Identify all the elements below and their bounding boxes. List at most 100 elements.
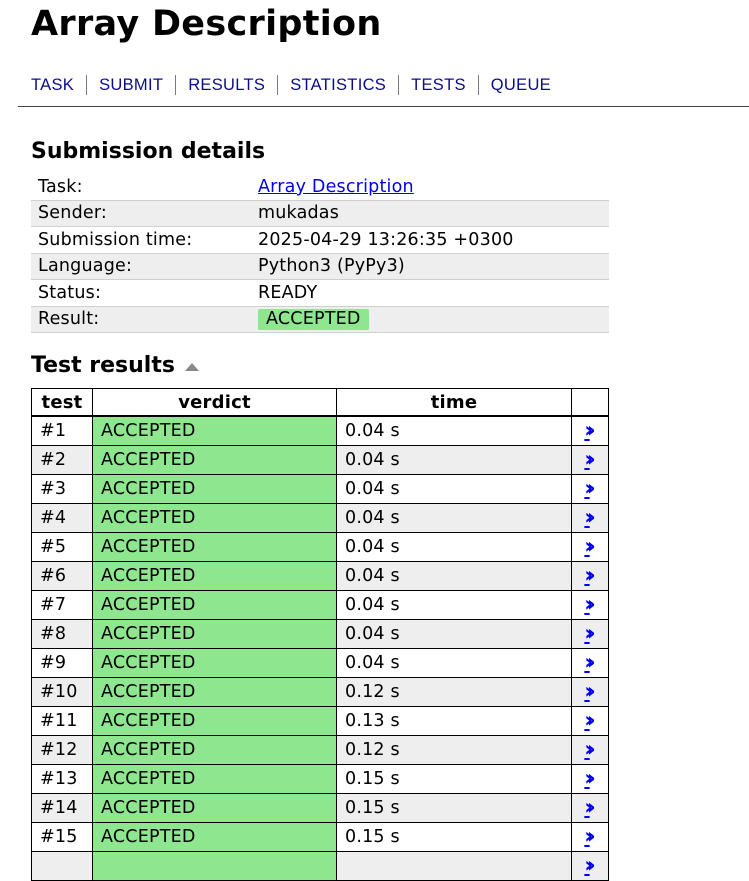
test-verdict: ACCEPTED — [92, 445, 337, 475]
test-id: #15 — [31, 822, 93, 852]
language-value: Python3 (PyPy3) — [251, 252, 609, 280]
test-time: 0.04 s — [336, 619, 572, 649]
test-verdict: ACCEPTED — [92, 764, 337, 794]
test-details-cell: ›› — [571, 677, 609, 707]
task-link[interactable]: Array Description — [258, 177, 414, 197]
test-details-cell: ›› — [571, 764, 609, 794]
details-row-language: Language: Python3 (PyPy3) — [31, 252, 609, 280]
nav-statistics[interactable]: STATISTICS — [290, 76, 386, 95]
test-details-cell: ›› — [571, 793, 609, 823]
view-test-double-chevron-icon[interactable]: ›› — [584, 737, 596, 761]
task-value-cell: Array Description — [251, 174, 609, 200]
view-test-double-chevron-icon[interactable]: ›› — [584, 824, 596, 848]
result-value-cell: ACCEPTED — [251, 305, 609, 333]
test-time: 0.04 s — [336, 532, 572, 562]
details-row-task: Task: Array Description — [31, 174, 609, 200]
view-test-double-chevron-icon[interactable]: ›› — [584, 795, 596, 819]
test-time: 0.15 s — [336, 764, 572, 794]
nav-tests[interactable]: TESTS — [411, 76, 466, 95]
test-verdict: ACCEPTED — [92, 415, 337, 446]
submission-time-label: Submission time: — [31, 226, 251, 253]
view-test-double-chevron-icon[interactable]: ›› — [584, 447, 596, 471]
view-test-double-chevron-icon[interactable]: ›› — [584, 505, 596, 529]
test-id: #13 — [31, 764, 93, 794]
test-results-table: test verdict time #1 ACCEPTED 0.04 s ›› #2 AC… — [31, 388, 609, 881]
test-time: 0.15 s — [336, 822, 572, 852]
view-test-double-chevron-icon[interactable]: ›› — [584, 853, 596, 877]
nav-submit[interactable]: SUBMIT — [99, 76, 163, 95]
details-row-status: Status: READY — [31, 279, 609, 306]
table-row: #6 ACCEPTED 0.04 s ›› — [31, 561, 609, 591]
test-verdict: ACCEPTED — [92, 648, 337, 678]
test-id — [31, 851, 93, 881]
view-test-double-chevron-icon[interactable]: ›› — [584, 766, 596, 790]
status-label: Status: — [31, 279, 251, 306]
table-row: #9 ACCEPTED 0.04 s ›› — [31, 648, 609, 678]
nav-task[interactable]: TASK — [31, 76, 74, 95]
table-row: #4 ACCEPTED 0.04 s ›› — [31, 503, 609, 533]
test-id: #1 — [31, 415, 93, 446]
table-row: #7 ACCEPTED 0.04 s ›› — [31, 590, 609, 620]
view-test-double-chevron-icon[interactable]: ›› — [584, 621, 596, 645]
view-test-double-chevron-icon[interactable]: ›› — [584, 563, 596, 587]
test-verdict — [92, 851, 337, 881]
test-verdict: ACCEPTED — [92, 561, 337, 591]
test-verdict: ACCEPTED — [92, 822, 337, 852]
test-details-cell: ›› — [571, 822, 609, 852]
nav-queue[interactable]: QUEUE — [491, 76, 551, 95]
submission-details-table: Task: Array Description Sender: mukadas … — [31, 174, 609, 333]
table-row: #10 ACCEPTED 0.12 s ›› — [31, 677, 609, 707]
test-verdict: ACCEPTED — [92, 793, 337, 823]
test-results-heading-text: Test results — [31, 353, 175, 378]
test-details-cell: ›› — [571, 503, 609, 533]
column-header-link — [571, 388, 609, 417]
test-verdict: ACCEPTED — [92, 706, 337, 736]
view-test-double-chevron-icon[interactable]: ›› — [584, 476, 596, 500]
test-time: 0.04 s — [336, 561, 572, 591]
table-row: #12 ACCEPTED 0.12 s ›› — [31, 735, 609, 765]
view-test-double-chevron-icon[interactable]: ›› — [584, 708, 596, 732]
test-id: #4 — [31, 503, 93, 533]
task-label: Task: — [38, 176, 83, 197]
test-details-cell: ›› — [571, 648, 609, 678]
test-verdict: ACCEPTED — [92, 474, 337, 504]
table-header-row: test verdict time — [31, 388, 609, 417]
collapse-triangle-icon[interactable] — [184, 363, 199, 371]
test-time: 0.15 s — [336, 793, 572, 823]
view-test-double-chevron-icon[interactable]: ›› — [584, 592, 596, 616]
test-details-cell: ›› — [571, 532, 609, 562]
page-title: Array Description — [31, 4, 382, 44]
table-row: #5 ACCEPTED 0.04 s ›› — [31, 532, 609, 562]
test-verdict: ACCEPTED — [92, 503, 337, 533]
test-id: #11 — [31, 706, 93, 736]
table-row: #2 ACCEPTED 0.04 s ›› — [31, 445, 609, 475]
test-time: 0.04 s — [336, 503, 572, 533]
test-verdict: ACCEPTED — [92, 735, 337, 765]
table-row: #11 ACCEPTED 0.13 s ›› — [31, 706, 609, 736]
nav-divider-line — [18, 106, 749, 107]
result-badge: ACCEPTED — [258, 309, 369, 331]
test-results-heading[interactable]: Test results — [31, 352, 199, 380]
test-id: #7 — [31, 590, 93, 620]
table-row: #8 ACCEPTED 0.04 s ›› — [31, 619, 609, 649]
nav-results[interactable]: RESULTS — [188, 76, 265, 95]
test-details-cell: ›› — [571, 474, 609, 504]
test-time: 0.12 s — [336, 677, 572, 707]
view-test-double-chevron-icon[interactable]: ›› — [584, 679, 596, 703]
submission-time-value: 2025-04-29 13:26:35 +0300 — [251, 226, 609, 253]
table-row: #14 ACCEPTED 0.15 s ›› — [31, 793, 609, 823]
view-test-double-chevron-icon[interactable]: ›› — [584, 418, 596, 442]
table-row: #3 ACCEPTED 0.04 s ›› — [31, 474, 609, 504]
test-details-cell: ›› — [571, 590, 609, 620]
column-header-verdict: verdict — [92, 388, 337, 417]
result-label: Result: — [31, 305, 251, 333]
view-test-double-chevron-icon[interactable]: ›› — [584, 650, 596, 674]
test-verdict: ACCEPTED — [92, 619, 337, 649]
view-test-double-chevron-icon[interactable]: ›› — [584, 534, 596, 558]
sender-label: Sender: — [31, 199, 251, 227]
test-time: 0.04 s — [336, 415, 572, 446]
test-id: #12 — [31, 735, 93, 765]
test-id: #9 — [31, 648, 93, 678]
test-details-cell: ›› — [571, 415, 609, 446]
test-id: #10 — [31, 677, 93, 707]
